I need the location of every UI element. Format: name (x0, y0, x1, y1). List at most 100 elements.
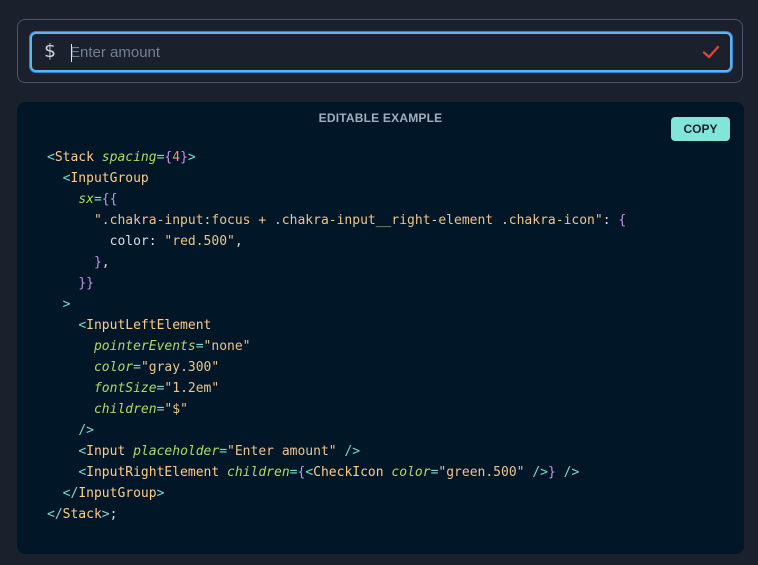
code-line: sx={{ (47, 189, 626, 210)
code-token: < (78, 465, 87, 480)
code-token: "$" (164, 402, 188, 417)
text-caret (71, 44, 72, 62)
code-token: spacing (101, 150, 157, 165)
code-line: <InputGroup (47, 168, 626, 189)
code-token: < (305, 465, 314, 480)
code-token: = (195, 339, 204, 354)
code-token: /> (78, 423, 94, 438)
code-token: Input (86, 444, 126, 459)
code-token: fontSize (93, 381, 157, 396)
code-token: , (234, 234, 243, 249)
code-token: > (187, 150, 196, 165)
preview-frame: $ (17, 19, 743, 83)
code-token: color (93, 360, 134, 375)
code-token: InputGroup (70, 171, 149, 186)
code-token: "none" (203, 339, 251, 354)
code-line: }, (47, 252, 626, 273)
code-line: </Stack>; (47, 504, 626, 525)
code-token: InputLeftElement (86, 318, 212, 333)
code-line: pointerEvents="none" (47, 336, 626, 357)
code-line: <Input placeholder="Enter amount" /> (47, 441, 626, 462)
code-token: sx (78, 192, 94, 207)
code-token: "red.500" (164, 234, 235, 249)
code-token: /> (344, 444, 361, 459)
amount-input[interactable] (70, 38, 670, 66)
code-token: Stack (54, 150, 94, 165)
code-line: fontSize="1.2em" (47, 378, 626, 399)
code-token: color (391, 465, 431, 480)
code-token: } (93, 255, 102, 270)
dollar-sign: $ (44, 40, 57, 62)
code-token: > (62, 297, 71, 312)
code-line: ".chakra-input:focus + .chakra-input__ri… (47, 210, 626, 231)
code-token: "green.500" (438, 465, 525, 480)
code-token: "gray.300" (140, 360, 220, 375)
code-editor[interactable]: <Stack spacing={4}> <InputGroup sx={{ ".… (47, 147, 626, 525)
code-token: > (156, 486, 165, 501)
code-token: {{ (101, 192, 118, 207)
code-token: > (101, 507, 110, 522)
code-editor-panel: EDITABLE EXAMPLE COPY <Stack spacing={4}… (17, 102, 744, 554)
code-token: < (78, 318, 87, 333)
code-token: ; (109, 507, 118, 522)
code-line: </InputGroup> (47, 483, 626, 504)
code-token: children (93, 402, 157, 417)
code-token: CheckIcon (313, 465, 384, 480)
code-line: <InputLeftElement (47, 315, 626, 336)
code-token: 4 (172, 150, 181, 165)
code-token: Stack (62, 507, 102, 522)
code-token: </ (47, 507, 63, 522)
code-token: InputGroup (78, 486, 157, 501)
code-token: InputRightElement (86, 465, 220, 480)
code-line: /> (47, 420, 626, 441)
code-line: children="$" (47, 399, 626, 420)
code-token: = (133, 360, 141, 375)
editable-example-label: EDITABLE EXAMPLE (318, 111, 443, 125)
code-token: "Enter amount" (227, 444, 337, 459)
code-token: < (78, 444, 87, 459)
code-token: children (227, 465, 290, 480)
code-token: pointerEvents (93, 339, 196, 354)
code-token: "1.2em" (164, 381, 220, 396)
code-token: = (219, 444, 228, 459)
code-token: , (101, 255, 110, 270)
copy-button[interactable]: COPY (671, 117, 730, 141)
code-token: } (180, 150, 188, 165)
code-token: /> (563, 465, 580, 480)
code-line: <Stack spacing={4}> (47, 147, 626, 168)
check-icon (702, 45, 720, 59)
code-token: { (618, 213, 627, 228)
code-token: /> (532, 465, 548, 480)
code-line: }} (47, 273, 626, 294)
code-line: color: "red.500", (47, 231, 626, 252)
code-token: placeholder (133, 444, 220, 459)
amount-input-group: $ (30, 32, 732, 72)
code-token: < (47, 150, 55, 165)
code-token: color (109, 234, 149, 249)
code-token: = (93, 192, 102, 207)
code-token: } (547, 465, 556, 480)
code-line: color="gray.300" (47, 357, 626, 378)
code-token: : (148, 234, 165, 249)
code-token: : (602, 213, 619, 228)
code-token: }} (78, 276, 94, 291)
